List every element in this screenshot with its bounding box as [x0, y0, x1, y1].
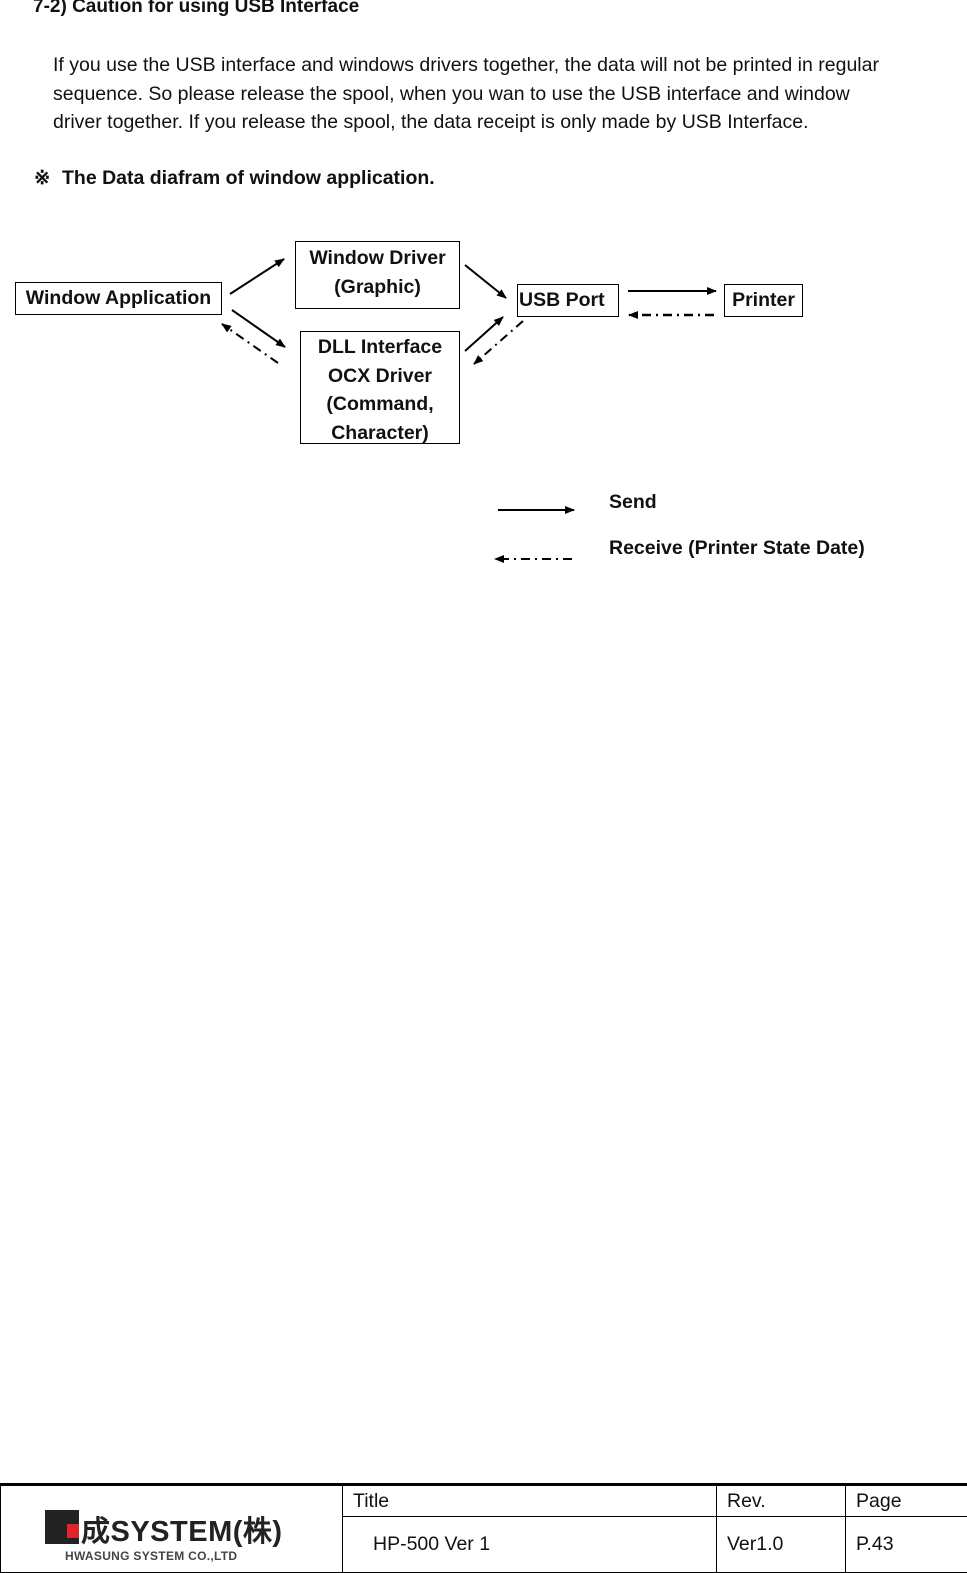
node-printer: Printer [724, 284, 803, 317]
node-label: DLL Interface [301, 333, 459, 362]
send-arrow-dll-to-usb [465, 317, 503, 351]
logo-company-name: 成SYSTEM(株) [81, 1508, 283, 1550]
company-logo-cell: 成SYSTEM(株) HWASUNG SYSTEM CO.,LTD [1, 1485, 343, 1573]
node-dll-interface: DLL Interface OCX Driver (Command, Chara… [300, 331, 460, 444]
title-label: Title [343, 1485, 717, 1517]
receive-arrow-usb-to-dll [474, 321, 523, 364]
page-footer: 成SYSTEM(株) HWASUNG SYSTEM CO.,LTD Title … [0, 1483, 967, 1572]
receive-arrow-dll-to-app [222, 324, 278, 363]
logo-red-square-icon [67, 1524, 79, 1538]
logo-company-english: HWASUNG SYSTEM CO.,LTD [65, 1549, 237, 1563]
node-label: (Command, [301, 390, 459, 419]
node-label: (Graphic) [296, 273, 459, 302]
send-arrow-window-driver-to-usb [465, 265, 506, 298]
footer-table: 成SYSTEM(株) HWASUNG SYSTEM CO.,LTD Title … [0, 1483, 967, 1573]
node-window-driver: Window Driver (Graphic) [295, 241, 460, 309]
node-label: Printer [732, 289, 795, 311]
company-logo: 成SYSTEM(株) HWASUNG SYSTEM CO.,LTD [1, 1486, 341, 1572]
send-arrow-app-to-window-driver [230, 259, 284, 294]
legend-send-label: Send [609, 491, 657, 514]
node-label: USB Port [519, 289, 605, 311]
page-label: Page [846, 1485, 967, 1517]
rev-value: Ver1.0 [717, 1517, 846, 1573]
node-label: Character) [301, 419, 459, 448]
send-arrow-app-to-dll [232, 310, 285, 347]
node-label: Window Application [26, 287, 211, 309]
node-label: OCX Driver [301, 362, 459, 391]
legend-receive-label: Receive (Printer State Date) [609, 537, 865, 560]
title-value: HP-500 Ver 1 [343, 1517, 717, 1573]
rev-label: Rev. [717, 1485, 846, 1517]
page-value: P.43 [846, 1517, 967, 1573]
node-window-application: Window Application [15, 282, 222, 315]
node-label: Window Driver [296, 244, 459, 273]
node-usb-port: USB Port [517, 284, 619, 317]
